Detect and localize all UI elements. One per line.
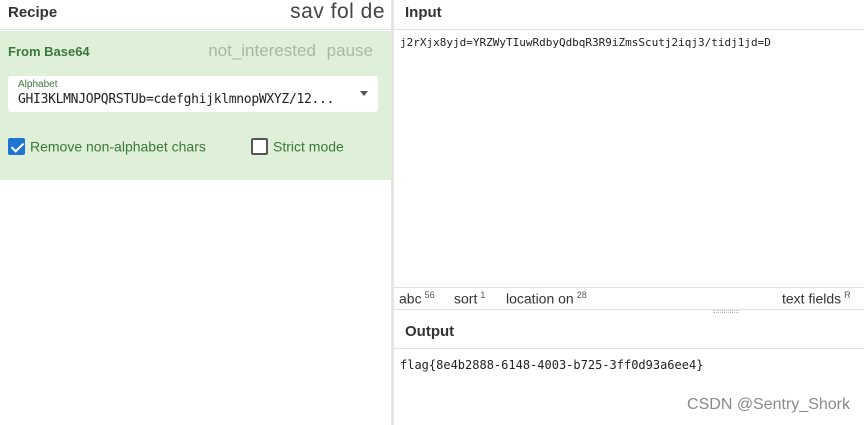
line-count-label: sort (454, 290, 478, 307)
alphabet-value[interactable]: GHI3KLMNJOPQRSTUb=cdefghijklmnopWXYZ/12.… (18, 92, 334, 107)
input-title: Input (405, 4, 442, 21)
text-fields-stat[interactable]: text fields R (782, 290, 851, 307)
operation-controls: not_interested pause (202, 41, 373, 61)
input-textarea[interactable]: j2rXjx8yjd=YRZWyTIuwRdbyQdbqR3R9iZmsScut… (400, 36, 771, 49)
input-header: Input (394, 0, 864, 30)
input-status-bar: abc 56 sort 1 location on 28 text fields R (394, 287, 864, 309)
remove-non-alphabet-option[interactable]: Remove non-alphabet chars (8, 137, 206, 155)
char-count-value: 56 (424, 290, 435, 300)
char-count-stat: abc 56 (399, 290, 435, 307)
remove-non-alphabet-label: Remove non-alphabet chars (30, 138, 206, 155)
cursor-location-label: location on (506, 290, 574, 307)
char-count-label: abc (399, 290, 422, 307)
text-fields-label: text fields (782, 290, 842, 307)
text-fields-value: R (844, 290, 851, 300)
line-count-stat: sort 1 (454, 290, 485, 307)
output-textarea[interactable]: flag{8e4b2888-6148-4003-b725-3ff0d93a6ee… (400, 358, 703, 372)
output-header: Output (394, 309, 864, 349)
remove-non-alphabet-checkbox[interactable] (8, 137, 25, 155)
recipe-header-icons[interactable]: sav fol de (290, 0, 385, 24)
pause-icon[interactable]: pause (327, 41, 373, 60)
strict-mode-checkbox[interactable] (251, 137, 268, 155)
io-pane: Input j2rXjx8yjd=YRZWyTIuwRdbyQdbqR3R9iZ… (394, 0, 864, 425)
cursor-location-stat: location on 28 (506, 290, 587, 307)
output-title: Output (405, 323, 455, 340)
recipe-pane: Recipe sav fol de From Base64 not_intere… (0, 0, 391, 425)
recipe-title: Recipe (8, 4, 58, 21)
resize-grip-icon[interactable] (713, 310, 739, 313)
recipe-header: Recipe sav fol de (0, 0, 391, 30)
disable-operation-icon[interactable]: not_interested (208, 41, 316, 60)
from-base64-operation[interactable]: From Base64 not_interested pause Alphabe… (0, 31, 391, 180)
dropdown-caret-icon[interactable] (360, 91, 368, 96)
strict-mode-option[interactable]: Strict mode (251, 137, 344, 155)
cursor-location-value: 28 (576, 290, 587, 300)
alphabet-select[interactable]: Alphabet GHI3KLMNJOPQRSTUb=cdefghijklmno… (8, 76, 378, 112)
strict-mode-label: Strict mode (273, 138, 344, 155)
watermark: CSDN @Sentry_Shork (687, 396, 850, 413)
alphabet-label: Alphabet (18, 79, 58, 90)
line-count-value: 1 (480, 290, 486, 300)
operation-name: From Base64 (8, 44, 90, 59)
